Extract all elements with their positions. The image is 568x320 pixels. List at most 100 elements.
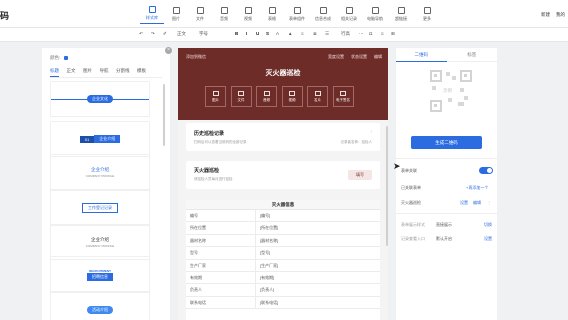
- toolbar-file-button[interactable]: 文件: [188, 4, 212, 24]
- hero-button-label: 图片: [212, 97, 219, 102]
- toolbar-table-button[interactable]: 表格: [260, 4, 284, 24]
- toolbar-label: 文件: [196, 15, 204, 21]
- edit-link[interactable]: 编辑: [374, 54, 382, 60]
- toolbar-merge-button[interactable]: 信息合成: [310, 4, 336, 24]
- format-toolbar: ↶ ↷ ✐ 正文 字号 B I U S A ▲ ≡ ≣ ☰ 行高 ⋯ Ω ☺ ⊞: [0, 28, 568, 42]
- color-swatch[interactable]: [64, 56, 69, 60]
- hero-banner[interactable]: 添加到微信 宽度设置 状态设置 编辑 灭火器巡检 图片 文件 音频 视频 名片 电子签名: [178, 48, 388, 120]
- video-icon: [289, 90, 295, 96]
- toolbar-style-library-button[interactable]: 样式库: [140, 4, 164, 24]
- format-button[interactable]: 行高: [341, 31, 350, 37]
- title-style-item[interactable]: RECRUITMENT 招聘信息: [50, 256, 150, 292]
- title-style-item[interactable]: 01 企业介绍: [50, 121, 150, 157]
- inspection-form-card[interactable]: 灭火器巡检 请巡检人员每月进行巡检 填写: [186, 161, 380, 189]
- video-icon: [244, 6, 252, 14]
- field-value: [生产厂家]: [260, 262, 279, 268]
- fill-button[interactable]: 填写: [348, 170, 372, 180]
- title-style-item[interactable]: 企业介绍 COMPANY PROFILE: [50, 224, 150, 260]
- format-button[interactable]: ▲: [288, 31, 292, 36]
- format-button[interactable]: ☺: [380, 31, 385, 36]
- toolbar-form-component-button[interactable]: 表单组件: [284, 4, 310, 24]
- field-name: 联系电话: [186, 296, 256, 309]
- style-library-panel: 颜色: × 标题 正文 图片 导航 分割线 模板 企业文化 01 企业介绍 企业…: [42, 47, 172, 320]
- format-button[interactable]: ↷: [151, 31, 155, 37]
- add-to-wechat-link[interactable]: 添加到微信: [186, 54, 206, 60]
- more-icon: [423, 6, 431, 14]
- table-row: 器材名称 [器材名称]: [186, 234, 380, 248]
- toolbar-link-button[interactable]: 超链接: [388, 4, 414, 24]
- preview-scrollbar[interactable]: [386, 126, 388, 246]
- more-icon[interactable]: ⋮: [487, 200, 491, 205]
- tab-qrcode[interactable]: 二维码: [396, 52, 447, 62]
- tab-title[interactable]: 标题: [50, 68, 59, 77]
- format-button[interactable]: U: [256, 31, 259, 36]
- hero-button[interactable]: 视频: [281, 86, 303, 107]
- title-style-item[interactable]: 活动介绍: [50, 292, 150, 320]
- format-button[interactable]: A: [276, 31, 279, 36]
- record-settings-link[interactable]: 设置: [484, 236, 492, 242]
- toolbar-video-button[interactable]: 视频: [236, 4, 260, 24]
- toolbar-image-button[interactable]: 图片: [164, 4, 188, 24]
- format-button[interactable]: ↶: [139, 31, 143, 37]
- toolbar-nav-button[interactable]: 电脑导航: [362, 4, 388, 24]
- field-name: 编号: [186, 210, 256, 222]
- format-button[interactable]: ≣: [313, 31, 317, 37]
- toolbar: 样式库 图片 文件 音频 视频 表格 表单组件 信息合成 相关记录 电脑导航 超链接 更多: [140, 4, 440, 24]
- field-value: [编号]: [260, 213, 271, 218]
- switch-style-link[interactable]: 切换: [484, 222, 492, 228]
- signature-icon: [340, 90, 346, 96]
- toolbar-label: 更多: [423, 15, 431, 21]
- width-settings-link[interactable]: 宽度设置: [328, 54, 344, 60]
- history-subtitle: 扫码后可以查看当前码的全部记录: [194, 140, 247, 144]
- add-form-link[interactable]: +再添加一个: [466, 185, 488, 191]
- hero-button[interactable]: 名片: [307, 86, 328, 107]
- tab-nav[interactable]: 导航: [100, 68, 109, 77]
- format-button[interactable]: S: [266, 31, 269, 36]
- table-row: 联系电话 [联系电话]: [186, 296, 380, 310]
- color-filter[interactable]: 颜色:: [50, 55, 69, 61]
- format-button[interactable]: 正文: [177, 31, 186, 37]
- tab-template[interactable]: 模板: [137, 68, 146, 77]
- tab-body[interactable]: 正文: [67, 68, 76, 77]
- title-style-item[interactable]: 企业文化: [50, 81, 150, 117]
- qr-finder: [430, 70, 442, 82]
- record-entry-value: 默认开启: [436, 236, 452, 241]
- title-style-item[interactable]: 工作登记记录: [50, 190, 150, 226]
- tab-divider[interactable]: 分割线: [116, 68, 130, 77]
- left-scrollbar[interactable]: [163, 84, 165, 146]
- toolbar-audio-button[interactable]: 音频: [212, 4, 236, 24]
- format-button[interactable]: ⋯: [359, 31, 364, 37]
- format-button[interactable]: Ω: [369, 31, 372, 36]
- format-button[interactable]: ☰: [325, 31, 329, 37]
- history-meta: 记录者名称：巡检人: [340, 140, 373, 144]
- format-button[interactable]: ✐: [163, 31, 167, 37]
- hero-button[interactable]: 图片: [205, 86, 226, 107]
- audio-icon: [263, 90, 270, 96]
- tab-label[interactable]: 标签: [446, 52, 497, 62]
- form-link-toggle[interactable]: [479, 167, 493, 174]
- status-settings-link[interactable]: 状态设置: [351, 54, 367, 60]
- new-button[interactable]: 新建: [541, 12, 550, 18]
- title-style-item[interactable]: 企业介绍 COMPANY PROFILE: [50, 154, 150, 190]
- history-records-card[interactable]: 历史巡检记录 扫码后可以查看当前码的全部记录 记录者名称：巡检人 ›: [186, 123, 380, 151]
- toolbar-more-button[interactable]: 更多: [414, 4, 440, 24]
- close-panel-icon[interactable]: ×: [165, 47, 172, 54]
- generate-qrcode-button[interactable]: 生成二维码: [411, 136, 482, 149]
- format-button[interactable]: B: [235, 31, 238, 36]
- hero-button[interactable]: 文件: [230, 86, 252, 107]
- format-button[interactable]: I: [246, 31, 247, 36]
- field-name: 所在位置: [186, 222, 256, 234]
- format-button[interactable]: ≡: [301, 31, 304, 36]
- form-edit-link[interactable]: 编辑: [473, 200, 481, 206]
- hero-button[interactable]: 音频: [256, 86, 277, 107]
- records-icon: [345, 6, 353, 14]
- tab-image[interactable]: 图片: [83, 68, 92, 77]
- toolbar-records-button[interactable]: 相关记录: [336, 4, 362, 24]
- mine-button[interactable]: 我的: [556, 12, 565, 18]
- form-settings-link[interactable]: 设置: [460, 200, 468, 206]
- qr-module: [452, 76, 456, 80]
- field-value: [器材名称]: [260, 237, 279, 243]
- hero-button[interactable]: 电子签名: [332, 86, 354, 107]
- format-button[interactable]: 字号: [199, 31, 208, 37]
- format-button[interactable]: ⊞: [391, 31, 395, 37]
